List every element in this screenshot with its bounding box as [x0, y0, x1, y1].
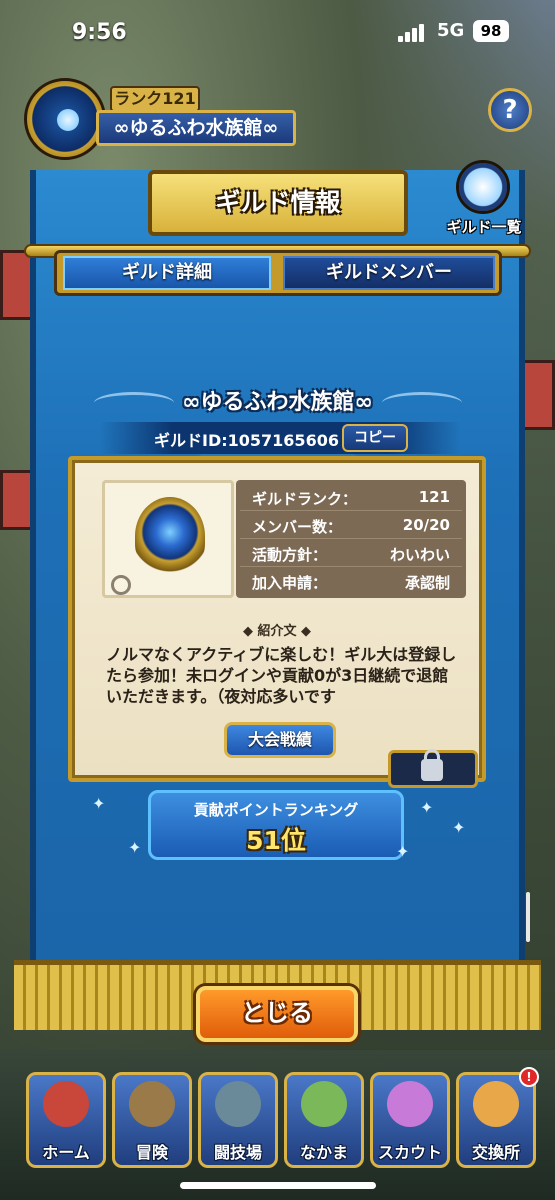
arena-icon [215, 1081, 261, 1127]
close-button[interactable]: とじる [196, 986, 358, 1042]
guild-detail-panel: ギルドランク： 121 メンバー数： 20/20 活動方針： わいわい 加入申請… [68, 456, 486, 788]
scout-icon [387, 1081, 433, 1127]
nav-label: ホーム [42, 1143, 90, 1162]
guild-emblem-box[interactable] [102, 480, 234, 598]
home-indicator[interactable] [180, 1182, 376, 1189]
nav-label: 闘技場 [213, 1143, 262, 1162]
status-bar: 9:56 5G 98 [0, 0, 555, 62]
guild-id: ギルドID:1057165606 [154, 431, 339, 450]
info-key: メンバー数： [252, 518, 343, 536]
guild-info-table: ギルドランク： 121 メンバー数： 20/20 活動方針： わいわい 加入申請… [236, 480, 466, 598]
battery-icon: 98 [473, 20, 509, 42]
info-row-members: メンバー数： 20/20 [240, 512, 462, 539]
dialog-title-ribbon: ギルド情報 [148, 170, 408, 236]
clock: 9:56 [72, 20, 127, 45]
exchange-icon [473, 1081, 519, 1127]
tab-bar: ギルド詳細 ギルドメンバー [54, 250, 502, 296]
guild-header-name: ∞ゆるふわ水族館∞ [96, 110, 296, 146]
info-value: 121 [418, 488, 450, 506]
sparkle-icon: ✦ [452, 818, 466, 837]
lock-icon [421, 759, 443, 781]
tab-guild-details[interactable]: ギルド詳細 [63, 256, 271, 290]
info-value: 承認制 [404, 574, 450, 592]
nav-label: 交換所 [471, 1143, 520, 1162]
tab-guild-members[interactable]: ギルドメンバー [283, 256, 495, 290]
dialog-title: ギルド情報 [215, 188, 341, 217]
intro-heading: ◆ 紹介文 ◆ [242, 624, 312, 639]
info-key: 活動方針： [252, 546, 328, 564]
zoom-icon[interactable] [111, 575, 131, 595]
nav-scout[interactable]: スカウト [370, 1072, 450, 1168]
guild-list-label: ギルド一覧 [446, 218, 522, 236]
nav-exchange[interactable]: 交換所 ! [456, 1067, 539, 1168]
intro-text: ノルマなくアクティブに楽しむ！ギル大は登録したら参加！未ログインや貢献0が3日継… [106, 645, 457, 706]
sparkle-icon: ✦ [396, 842, 410, 861]
caravan-icon [129, 1081, 175, 1127]
signal-icon [398, 24, 428, 42]
info-key: ギルドランク： [252, 490, 358, 508]
info-value: 20/20 [402, 516, 450, 534]
home-tent-icon [43, 1081, 89, 1127]
notification-badge: ! [519, 1067, 539, 1087]
contribution-ranking: 貢献ポイントランキング 51位 [148, 790, 404, 860]
nav-label: スカウト [377, 1143, 442, 1162]
nav-party[interactable]: なかま [284, 1072, 364, 1168]
ranking-title: 貢献ポイントランキング [193, 801, 359, 819]
magnifier-icon [456, 160, 510, 214]
ranking-value: 51位 [246, 826, 306, 855]
question-icon: ? [502, 95, 518, 125]
nav-arena[interactable]: 闘技場 [198, 1072, 278, 1168]
network-label: 5G [437, 20, 465, 41]
lock-button[interactable] [388, 749, 478, 788]
info-row-rank: ギルドランク： 121 [240, 484, 462, 511]
nav-adventure[interactable]: 冒険 [112, 1072, 192, 1168]
sparkle-icon: ✦ [420, 798, 434, 817]
info-key: 加入申請： [252, 574, 328, 592]
guild-name: ∞ゆるふわ水族館∞ [182, 390, 373, 415]
nav-label: 冒険 [135, 1143, 168, 1162]
monster-group-icon [301, 1081, 347, 1127]
guild-list-button[interactable]: ギルド一覧 [440, 160, 526, 240]
nav-home[interactable]: ホーム [26, 1072, 106, 1168]
guild-emblem-icon [135, 497, 205, 575]
info-row-application: 加入申請： 承認制 [240, 568, 462, 595]
guild-id-row: ギルドID:1057165606 コピー [100, 422, 460, 454]
guild-rank-label: ランク121 [110, 86, 200, 112]
tournament-record-button[interactable]: 大会戦績 [224, 722, 336, 758]
scrollbar[interactable] [526, 892, 530, 942]
help-button[interactable]: ? [488, 88, 532, 132]
copy-button[interactable]: コピー [342, 424, 408, 452]
guild-rank-tag: ランク121 ∞ゆるふわ水族館∞ [92, 86, 328, 150]
info-row-policy: 活動方針： わいわい [240, 540, 462, 567]
sparkle-icon: ✦ [128, 838, 142, 857]
info-value: わいわい [389, 546, 450, 564]
nav-label: なかま [299, 1143, 348, 1162]
sparkle-icon: ✦ [92, 794, 106, 813]
intro-heading-text: 紹介文 [257, 624, 297, 639]
bottom-nav: ホーム 冒険 闘技場 なかま スカウト 交換所 ! [0, 1050, 555, 1200]
